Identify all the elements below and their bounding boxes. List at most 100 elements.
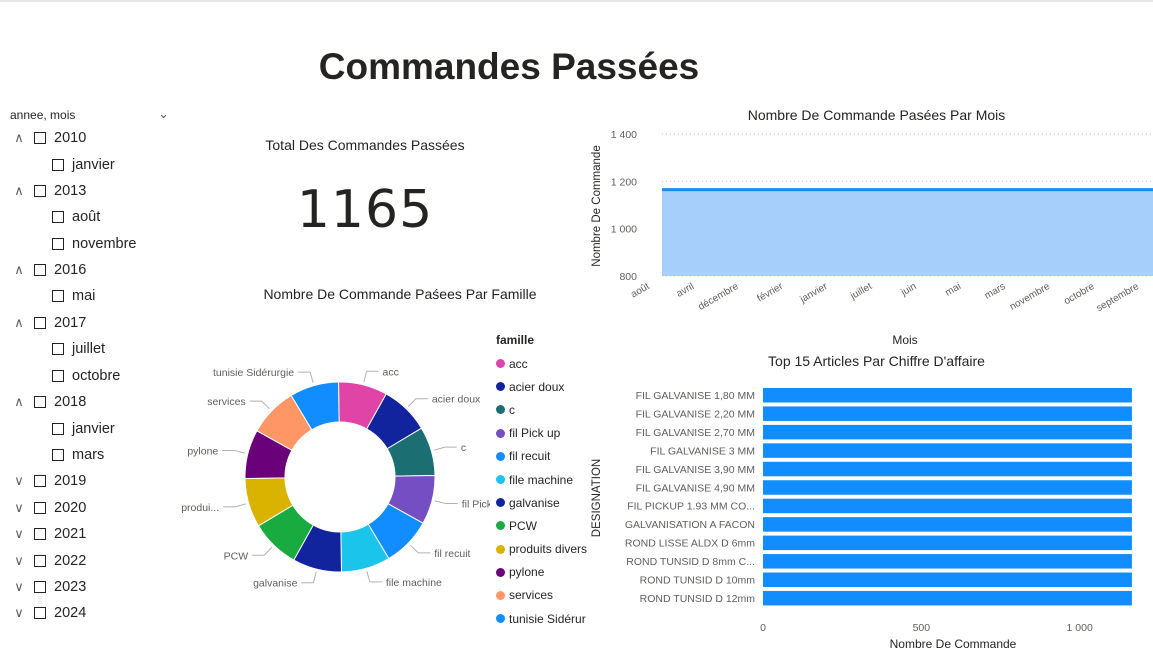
checkbox[interactable] bbox=[52, 343, 64, 355]
bar-category-label: GALVANISATION A FACON bbox=[625, 519, 755, 531]
slicer-year-item[interactable]: ∨ 2019 bbox=[10, 471, 86, 491]
bar[interactable] bbox=[763, 480, 1132, 495]
bar[interactable] bbox=[763, 461, 1132, 477]
slicer-item-label: 2018 bbox=[54, 394, 87, 410]
slicer-year-item[interactable]: ∨ 2022 bbox=[10, 551, 86, 571]
bar-category-label: FIL GALVANISE 2,20 MM bbox=[636, 408, 755, 420]
expand-icon[interactable]: ∨ bbox=[10, 553, 28, 569]
year-month-slicer[interactable]: annee, mois ⌄ ∧ 2010 janvier ∧ 2013 août novem… bbox=[10, 106, 175, 621]
slicer-item-label: mai bbox=[72, 288, 96, 304]
slicer-month-item[interactable]: mai bbox=[52, 286, 95, 306]
checkbox[interactable] bbox=[52, 238, 64, 250]
bar[interactable] bbox=[763, 517, 1132, 532]
x-tick-label: septembre bbox=[1095, 281, 1142, 314]
x-tick-label: avril bbox=[675, 281, 696, 300]
slicer-month-item[interactable]: mars bbox=[52, 445, 104, 465]
x-tick-label: 1 000 bbox=[1067, 622, 1093, 634]
checkbox[interactable] bbox=[34, 396, 46, 408]
legend-item[interactable]: file machine bbox=[496, 468, 587, 491]
expand-icon[interactable]: ∨ bbox=[10, 473, 28, 489]
slicer-year-item[interactable]: ∧ 2017 bbox=[10, 313, 86, 333]
slicer-year-item[interactable]: ∨ 2023 bbox=[10, 577, 86, 597]
bar[interactable] bbox=[763, 406, 1132, 421]
checkbox[interactable] bbox=[34, 317, 46, 329]
bar-category-label: ROND TUNSID D 8mm C... bbox=[626, 556, 755, 568]
checkbox[interactable] bbox=[34, 184, 46, 197]
expand-icon[interactable]: ∨ bbox=[10, 579, 28, 595]
checkbox[interactable] bbox=[52, 290, 64, 302]
collapse-icon[interactable]: ∧ bbox=[10, 183, 28, 199]
legend-item[interactable]: c bbox=[496, 398, 587, 421]
checkbox[interactable] bbox=[34, 132, 46, 144]
legend-label: PCW bbox=[509, 518, 537, 533]
checkbox[interactable] bbox=[34, 502, 46, 514]
slicer-header[interactable]: annee, mois ⌄ bbox=[10, 106, 175, 126]
area-chart[interactable]: 800 1 000 1 200 1 400 août avril décembre févri… bbox=[580, 120, 1153, 348]
checkbox[interactable] bbox=[34, 475, 46, 487]
bar[interactable] bbox=[763, 590, 1132, 606]
legend-item[interactable]: produits divers bbox=[496, 538, 587, 561]
expand-icon[interactable]: ∨ bbox=[10, 500, 28, 516]
bar-category-label: FIL GALVANISE 1,80 MM bbox=[636, 390, 755, 402]
checkbox[interactable] bbox=[34, 528, 46, 540]
legend-item[interactable]: acier doux bbox=[496, 375, 587, 398]
legend-item[interactable]: PCW bbox=[496, 514, 587, 537]
legend-item[interactable]: galvanise bbox=[496, 491, 587, 514]
checkbox[interactable] bbox=[34, 555, 46, 567]
slicer-year-item[interactable]: ∧ 2010 bbox=[10, 128, 86, 148]
checkbox[interactable] bbox=[52, 370, 64, 382]
checkbox[interactable] bbox=[52, 449, 64, 461]
donut-legend: famille acc acier doux c fil Pick up fil rec… bbox=[496, 333, 587, 630]
slicer-month-item[interactable]: août bbox=[52, 207, 100, 227]
legend-item[interactable]: acc bbox=[496, 352, 587, 375]
slicer-month-item[interactable]: janvier bbox=[52, 419, 115, 439]
legend-dot bbox=[496, 451, 505, 461]
leader-line bbox=[407, 398, 428, 407]
chevron-down-icon[interactable]: ⌄ bbox=[158, 106, 169, 122]
slicer-item-label: août bbox=[72, 209, 101, 225]
collapse-icon[interactable]: ∧ bbox=[10, 315, 28, 331]
checkbox[interactable] bbox=[52, 423, 64, 435]
bar[interactable] bbox=[763, 535, 1132, 551]
slicer-month-item[interactable]: janvier bbox=[52, 155, 115, 175]
bar[interactable] bbox=[763, 443, 1132, 458]
legend-item[interactable]: services bbox=[496, 584, 587, 607]
collapse-icon[interactable]: ∧ bbox=[10, 262, 28, 278]
slicer-year-item[interactable]: ∧ 2013 bbox=[10, 181, 86, 201]
legend-label: fil recuit bbox=[509, 449, 551, 464]
bar[interactable] bbox=[763, 388, 1132, 403]
checkbox[interactable] bbox=[34, 607, 46, 619]
bar[interactable] bbox=[763, 498, 1132, 514]
checkbox[interactable] bbox=[34, 264, 46, 276]
slicer-year-item[interactable]: ∧ 2018 bbox=[10, 392, 86, 412]
checkbox[interactable] bbox=[52, 158, 64, 171]
donut-chart[interactable]: acc acier doux c fil Pick ... fil recuit file… bbox=[180, 360, 490, 600]
x-tick-label: 0 bbox=[760, 622, 766, 634]
checkbox[interactable] bbox=[34, 581, 46, 593]
expand-icon[interactable]: ∨ bbox=[10, 605, 28, 621]
bar[interactable] bbox=[763, 554, 1132, 569]
x-tick-label: 500 bbox=[913, 622, 931, 634]
donut-title: Nombre De Commande Paśees Par Famille bbox=[263, 286, 537, 302]
bar[interactable] bbox=[763, 572, 1132, 588]
slicer-item-label: novembre bbox=[72, 236, 137, 252]
slicer-year-item[interactable]: ∨ 2024 bbox=[10, 603, 86, 623]
slicer-month-item[interactable]: octobre bbox=[52, 366, 120, 386]
slicer-month-item[interactable]: juillet bbox=[52, 339, 105, 359]
legend-label: galvanise bbox=[509, 495, 560, 510]
bar[interactable] bbox=[763, 424, 1132, 440]
collapse-icon[interactable]: ∧ bbox=[10, 394, 28, 410]
legend-item[interactable]: tunisie Sidérur bbox=[496, 607, 587, 630]
slicer-year-item[interactable]: ∧ 2016 bbox=[10, 260, 86, 280]
slicer-month-item[interactable]: novembre bbox=[52, 234, 136, 254]
collapse-icon[interactable]: ∧ bbox=[10, 130, 28, 146]
legend-label: services bbox=[509, 588, 554, 603]
checkbox[interactable] bbox=[52, 211, 64, 223]
legend-item[interactable]: pylone bbox=[496, 561, 587, 584]
legend-item[interactable]: fil Pick up bbox=[496, 422, 587, 445]
legend-item[interactable]: fil recuit bbox=[496, 445, 587, 468]
slicer-year-item[interactable]: ∨ 2020 bbox=[10, 498, 86, 518]
expand-icon[interactable]: ∨ bbox=[10, 526, 28, 542]
slicer-year-item[interactable]: ∨ 2021 bbox=[10, 524, 86, 544]
bar-chart[interactable]: FIL GALVANISE 1,80 MM FIL GALVANISE 2,20 … bbox=[580, 370, 1153, 650]
